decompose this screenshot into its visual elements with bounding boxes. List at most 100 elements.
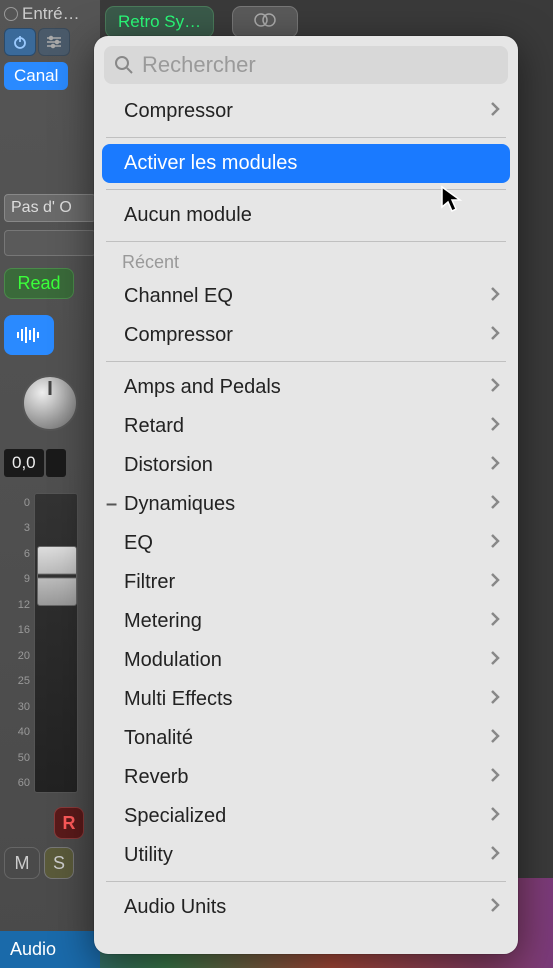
menu-item-label: Amps and Pedals <box>124 376 281 399</box>
menu-item-label: Multi Effects <box>124 688 233 711</box>
menu-no-module[interactable]: Aucun module <box>94 196 518 235</box>
menu-item-label: Distorsion <box>124 454 213 477</box>
track-name-label[interactable]: Audio <box>0 931 100 968</box>
tick: 12 <box>4 599 30 611</box>
tick: 9 <box>4 573 30 585</box>
menu-category-item[interactable]: Distorsion <box>94 446 518 485</box>
menu-item-label: Tonalité <box>124 727 193 750</box>
menu-category-item[interactable]: Amps and Pedals <box>94 368 518 407</box>
menu-category-item[interactable]: Multi Effects <box>94 680 518 719</box>
menu-item-label: Compressor <box>124 100 233 123</box>
fader-track[interactable] <box>34 493 78 793</box>
record-button[interactable]: R <box>54 807 84 839</box>
tick: 20 <box>4 650 30 662</box>
menu-activate-modules[interactable]: Activer les modules <box>102 144 510 183</box>
menu-recent-item[interactable]: Compressor <box>94 316 518 355</box>
menu-category-item[interactable]: Specialized <box>94 797 518 836</box>
tick: 3 <box>4 522 30 534</box>
menu-item-label: EQ <box>124 532 153 555</box>
chevron-right-icon <box>490 805 500 828</box>
chevron-right-icon <box>490 324 500 347</box>
tick: 25 <box>4 675 30 687</box>
menu-category-item[interactable]: Utility <box>94 836 518 875</box>
menu-category-item[interactable]: –Dynamiques <box>94 485 518 524</box>
menu-divider <box>106 361 506 362</box>
menu-divider <box>106 241 506 242</box>
dash-icon: – <box>106 493 117 516</box>
canal-button[interactable]: Canal <box>4 62 68 90</box>
sliders-icon <box>46 35 62 49</box>
tick: 60 <box>4 777 30 789</box>
menu-category-item[interactable]: Modulation <box>94 641 518 680</box>
chevron-right-icon <box>490 610 500 633</box>
menu-item-label: Compressor <box>124 324 233 347</box>
menu-divider <box>106 881 506 882</box>
mute-button[interactable]: M <box>4 847 40 879</box>
chevron-right-icon <box>490 688 500 711</box>
menu-category-item[interactable]: Metering <box>94 602 518 641</box>
tick: 30 <box>4 701 30 713</box>
waveform-icon <box>15 326 43 344</box>
search-box[interactable] <box>104 46 508 84</box>
plugin-pill[interactable]: Retro Sy… <box>105 6 214 38</box>
chevron-right-icon <box>490 649 500 672</box>
stereo-icon <box>253 12 277 32</box>
chevron-right-icon <box>490 454 500 477</box>
tick: 0 <box>4 497 30 509</box>
chevron-right-icon <box>490 285 500 308</box>
menu-item-label: Dynamiques <box>124 493 235 516</box>
chevron-right-icon <box>490 727 500 750</box>
power-button[interactable] <box>4 28 36 56</box>
header-pills: Retro Sy… <box>105 6 298 38</box>
settings-button[interactable] <box>38 28 70 56</box>
chevron-right-icon <box>490 571 500 594</box>
menu-item-label: Modulation <box>124 649 222 672</box>
menu-item-label: Audio Units <box>124 896 226 919</box>
menu-item-label: Filtrer <box>124 571 175 594</box>
eq-button[interactable] <box>4 315 54 355</box>
tick: 40 <box>4 726 30 738</box>
plugin-menu-popover: Compressor Activer les modules Aucun mod… <box>94 36 518 954</box>
solo-button[interactable]: S <box>44 847 74 879</box>
menu-item-label: Specialized <box>124 805 226 828</box>
automation-mode-button[interactable]: Read <box>4 268 74 299</box>
chevron-right-icon <box>490 100 500 123</box>
input-selector[interactable]: Entré… <box>4 4 96 24</box>
input-circle-icon <box>4 7 18 21</box>
input-label: Entré… <box>22 4 80 24</box>
empty-slot[interactable] <box>4 230 96 256</box>
send-slot[interactable]: Pas d' O <box>4 194 96 222</box>
menu-category-item[interactable]: EQ <box>94 524 518 563</box>
fader-handle[interactable] <box>37 546 77 606</box>
menu-category-item[interactable]: Filtrer <box>94 563 518 602</box>
chevron-right-icon <box>490 844 500 867</box>
menu-item-label: Reverb <box>124 766 188 789</box>
pan-value[interactable]: 0,0 <box>4 449 44 477</box>
menu-category-item[interactable]: Retard <box>94 407 518 446</box>
tick: 16 <box>4 624 30 636</box>
tick: 6 <box>4 548 30 560</box>
chevron-right-icon <box>490 493 500 516</box>
chevron-right-icon <box>490 532 500 555</box>
menu-item-label: Channel EQ <box>124 285 233 308</box>
menu-item-label: Aucun module <box>124 204 252 227</box>
value-box-2[interactable] <box>46 449 66 477</box>
stereo-pill[interactable] <box>232 6 298 38</box>
menu-category-item[interactable]: Reverb <box>94 758 518 797</box>
menu-recent-header: Récent <box>94 248 518 277</box>
menu-recent-item[interactable]: Channel EQ <box>94 277 518 316</box>
menu-divider <box>106 137 506 138</box>
menu-category-item[interactable]: Tonalité <box>94 719 518 758</box>
tick: 50 <box>4 752 30 764</box>
pan-knob[interactable] <box>22 375 78 431</box>
fader-scale: 0 3 6 9 12 16 20 25 30 40 50 60 <box>4 493 30 793</box>
menu-list: Compressor Activer les modules Aucun mod… <box>94 92 518 954</box>
power-icon <box>12 34 28 50</box>
menu-audio-units[interactable]: Audio Units <box>94 888 518 927</box>
channel-strip: Entré… Canal Pas d' O Read 0,0 0 3 6 9 1… <box>0 0 100 968</box>
chevron-right-icon <box>490 766 500 789</box>
search-input[interactable] <box>142 52 498 78</box>
menu-current-plugin[interactable]: Compressor <box>94 92 518 131</box>
menu-item-label: Metering <box>124 610 202 633</box>
fader-area: 0 3 6 9 12 16 20 25 30 40 50 60 <box>4 493 96 793</box>
